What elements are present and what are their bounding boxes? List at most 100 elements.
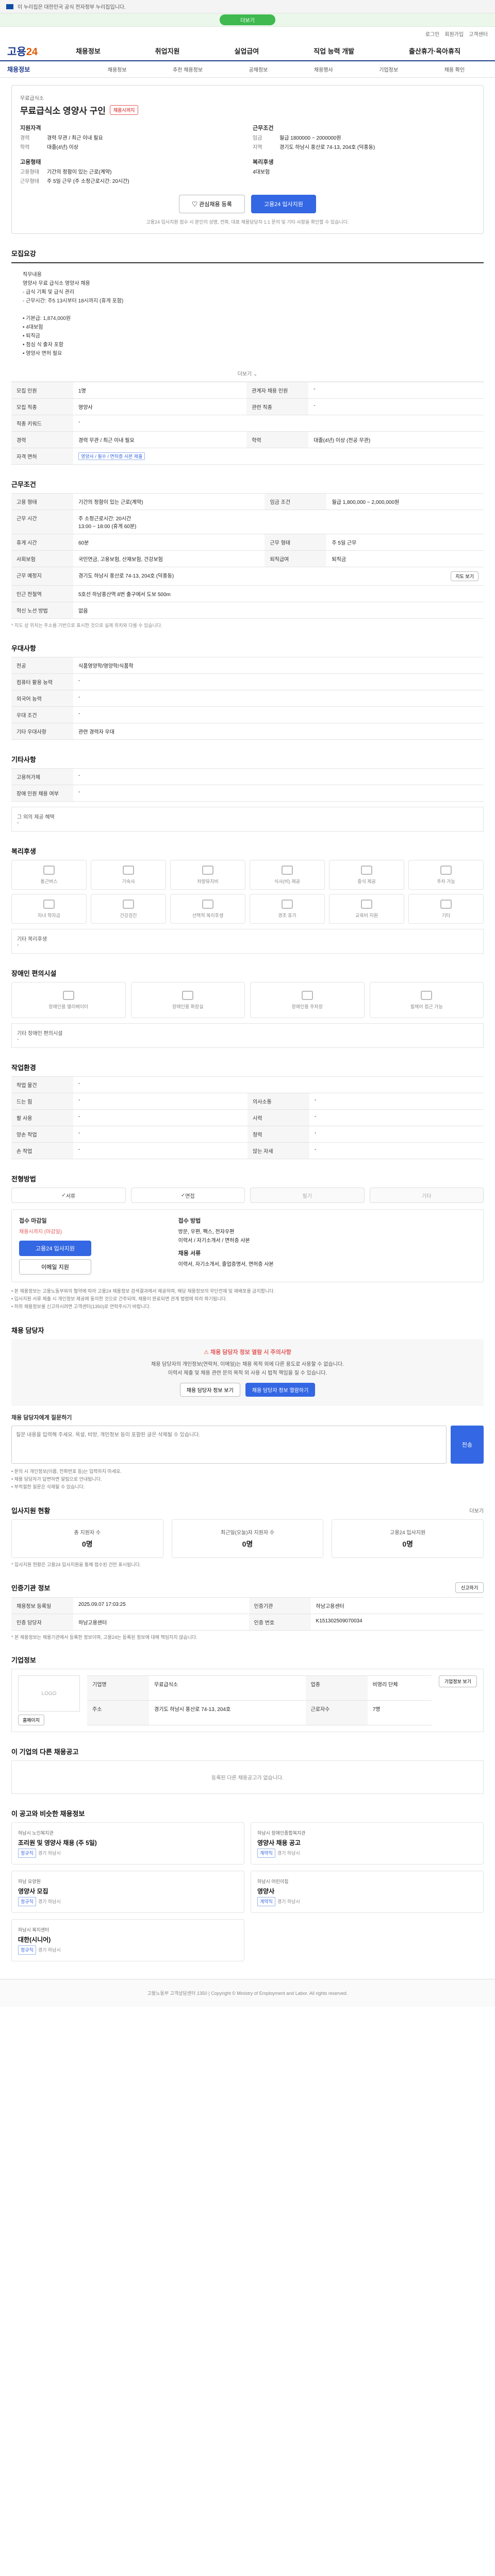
subnav-item[interactable]: 채용정보 bbox=[108, 65, 127, 73]
signup-link[interactable]: 회원가입 bbox=[444, 30, 464, 38]
gnb-item-benefit[interactable]: 실업급여 bbox=[234, 46, 259, 56]
recommend-card[interactable]: 하남시 노인복지관 조리원 및 영양사 채용 (주 5일) 정규직 경기 하남시 bbox=[11, 1822, 244, 1865]
report-button[interactable]: 신고하기 bbox=[455, 1582, 484, 1593]
restroom-icon bbox=[182, 990, 194, 1000]
benefit-item: 중식 제공 bbox=[329, 860, 404, 890]
apply-24-button[interactable]: 고용24 입사지원 bbox=[19, 1241, 91, 1256]
manager-view-button[interactable]: 채용 담당자 정보 보기 bbox=[179, 1383, 240, 1397]
parking-icon bbox=[440, 865, 452, 875]
lunch-icon bbox=[361, 865, 372, 875]
recommend-heading: 이 공고와 비슷한 채용정보 bbox=[11, 1810, 85, 1818]
school-icon bbox=[43, 899, 55, 909]
preference-heading: 우대사항 bbox=[11, 645, 36, 652]
subnav-title: 채용정보 bbox=[7, 66, 30, 73]
type-label: 고용형태 bbox=[20, 159, 41, 165]
gov-notice: 이 누리집은 대한민국 공식 전자정부 누리집입니다. bbox=[18, 5, 126, 10]
gift-icon bbox=[202, 899, 213, 909]
subnav-item[interactable]: 채용행사 bbox=[314, 65, 333, 73]
check-icon: ✓ bbox=[61, 1192, 66, 1198]
subnav-item[interactable]: 추천 채용정보 bbox=[173, 65, 203, 73]
homepage-button[interactable]: 홈페이지 bbox=[18, 1715, 45, 1725]
login-link[interactable]: 로그인 bbox=[425, 30, 440, 38]
manager-open-button[interactable]: 채용 담당자 정보 열람하기 bbox=[245, 1383, 316, 1397]
gnb-item-training[interactable]: 직업 능력 개발 bbox=[314, 46, 354, 56]
global-nav: 고용24 채용정보 취업지원 실업급여 직업 능력 개발 출산휴가·육아휴직 bbox=[0, 41, 495, 61]
qual-label: 지원자격 bbox=[20, 125, 41, 131]
benefit-item: 식사(비) 제공 bbox=[250, 860, 325, 890]
recommend-card[interactable]: 하남시 어린이집 영양사 계약직 경기 하남시 bbox=[251, 1871, 484, 1913]
subnav-item[interactable]: 공채정보 bbox=[249, 65, 268, 73]
manager-alert: ⚠ 채용 담당자 정보 열람 시 주의사항 채용 담당자의 개인정보(연락처, … bbox=[11, 1339, 484, 1406]
benefits-grid: 통근버스 기숙사 차량유지비 식사(비) 제공 중식 제공 주차 가능 자녀 학… bbox=[11, 860, 484, 924]
apply-button[interactable]: 고용24 입사지원 bbox=[251, 195, 316, 213]
benefit-item: 차량유지비 bbox=[170, 860, 245, 890]
top-banner: 더보기 bbox=[0, 13, 495, 27]
process-methods: ✓ 서류 ✓ 면접 필기 기타 bbox=[11, 1188, 484, 1203]
facility-item: 휠체어 접근 가능 bbox=[369, 982, 484, 1018]
other-table: 고용허가제 - 장애 인원 채용 여부 - bbox=[11, 768, 484, 802]
company-name[interactable]: 무료급식소 bbox=[20, 94, 475, 101]
gov-topbar: 이 누리집은 대한민국 공식 전자정부 누리집입니다. bbox=[0, 0, 495, 13]
info-table: 채용정보 등록일 2025.09.07 17:03:25 인증기관 하남고용센터 인증… bbox=[11, 1597, 484, 1631]
question-notices: • 문의 시 개인정보(이름, 전화번호 등)는 입력하지 마세요. • 채용 … bbox=[11, 1469, 122, 1489]
other-extra: 그 외의 제공 혜택 - bbox=[11, 807, 484, 832]
other-jobs-heading: 이 기업의 다른 채용공고 bbox=[11, 1748, 79, 1756]
question-input[interactable] bbox=[11, 1426, 447, 1464]
facility-item: 장애인용 주차장 bbox=[250, 982, 365, 1018]
elevator-icon bbox=[62, 990, 74, 1000]
gnb-item-jobs[interactable]: 채용정보 bbox=[76, 46, 101, 56]
benefit-item: 선택적 복리후생 bbox=[170, 894, 245, 924]
facility-item: 장애인용 엘리베이터 bbox=[11, 982, 126, 1018]
gnb-item-leave[interactable]: 출산휴가·육아휴직 bbox=[409, 46, 460, 56]
gnb-item-support[interactable]: 취업지원 bbox=[155, 46, 180, 56]
process-heading: 전형방법 bbox=[11, 1175, 36, 1183]
benefit-item: 자녀 학자금 bbox=[11, 894, 87, 924]
recommend-card[interactable]: 하남시 복지센터 대한(시니어) 정규직 경기 하남시 bbox=[11, 1919, 244, 1961]
wheelchair-icon bbox=[421, 990, 433, 1000]
method-document: ✓ 서류 bbox=[11, 1188, 126, 1203]
apply-docs: 이력서, 자기소개서, 졸업증명서, 면허증 사본 bbox=[178, 1262, 274, 1267]
company-more-button[interactable]: 기업정보 보기 bbox=[438, 1675, 477, 1687]
method-other: 기타 bbox=[369, 1188, 484, 1203]
conditions-table: 고용 형태 기간의 정함이 있는 근로(계약) 임금 조건 월급 1,800,000 … bbox=[11, 493, 484, 619]
benefit-item: 교육비 지원 bbox=[329, 894, 404, 924]
conditions-notice: * 지도 상 위치는 주소를 기반으로 표시한 것으로 실제 위치와 다를 수 … bbox=[11, 623, 162, 628]
korea-flag-icon bbox=[6, 4, 13, 9]
company-box: LOGO 홈페이지 기업명 무료급식소 업종 비영리 단체 주소 경기도 하남시 풍산로… bbox=[11, 1669, 484, 1732]
question-submit-button[interactable]: 전송 bbox=[451, 1426, 484, 1464]
info-heading: 인증기관 정보 bbox=[11, 1584, 51, 1592]
welfare-label: 복리후생 bbox=[253, 159, 274, 165]
stat-total: 총 지원자 수 0명 bbox=[11, 1519, 163, 1558]
company-logo: LOGO bbox=[18, 1675, 80, 1711]
sub-nav: 채용정보 채용정보 추천 채용정보 공채정보 채용행사 기업정보 채용 확인 bbox=[0, 61, 495, 78]
recruit-table: 모집 인원 1명 관계자 채용 인원 - 모집 직종 영양사 관련 직종 - 직종 키워드 -… bbox=[11, 382, 484, 465]
conditions-heading: 근무조건 bbox=[11, 481, 36, 488]
recommend-card[interactable]: 하남 요양원 영양사 모집 정규직 경기 하남시 bbox=[11, 1871, 244, 1913]
more-button[interactable]: 더보기 ⌄ bbox=[11, 365, 484, 382]
logo[interactable]: 고용24 bbox=[7, 43, 48, 58]
footer: 고용노동부 고객상담센터 1350 | Copyright © Ministry… bbox=[0, 1979, 495, 2007]
scrap-button[interactable]: ♡ 관심채용 등록 bbox=[179, 195, 245, 213]
job-description: 직무내용 영양사 무료 급식소 영양사 채용 - 급식 기획 및 급식 관리 -… bbox=[11, 262, 484, 365]
method-written: 필기 bbox=[250, 1188, 365, 1203]
car-icon bbox=[202, 865, 213, 875]
workenv-table: 작업 물건 - 드는 힘 - 의사소통 - 팔 사용 - 시력 - 양손 작업 - 청력 - 손 작… bbox=[11, 1076, 484, 1159]
disability-heading: 장애인 편의시설 bbox=[11, 970, 57, 977]
subnav-item[interactable]: 기업정보 bbox=[379, 65, 398, 73]
recommend-card[interactable]: 하남시 장애인종합복지관 영양사 채용 공고 계약직 경기 하남시 bbox=[251, 1822, 484, 1865]
subnav-item[interactable]: 채용 확인 bbox=[444, 65, 465, 73]
job-title: 무료급식소 영양사 구인 bbox=[20, 106, 106, 116]
stat-24: 고용24 입사지원 0명 bbox=[332, 1519, 484, 1558]
email-apply-button[interactable]: 이메일 지원 bbox=[19, 1259, 91, 1275]
map-button[interactable]: 지도 보기 bbox=[451, 571, 478, 581]
apply-notice: 고용24 입사지원 접수 시 본인의 성명, 전화, 대표 채용담당자 1:1 … bbox=[146, 219, 349, 225]
help-link[interactable]: 고객센터 bbox=[469, 30, 488, 38]
banner-button[interactable]: 더보기 bbox=[220, 14, 275, 25]
calendar-icon bbox=[282, 899, 293, 909]
apply-method: 방문, 우편, 팩스, 전자우편 이력서 / 자기소개서 / 면허증 사본 bbox=[178, 1229, 250, 1244]
health-icon bbox=[123, 899, 134, 909]
chevron-down-icon: ⌄ bbox=[253, 371, 258, 377]
facility-item: 장애인용 화장실 bbox=[130, 982, 245, 1018]
stats-heading: 입사지원 현황 bbox=[11, 1507, 51, 1515]
stats-more-link[interactable]: 더보기 bbox=[469, 1506, 484, 1514]
